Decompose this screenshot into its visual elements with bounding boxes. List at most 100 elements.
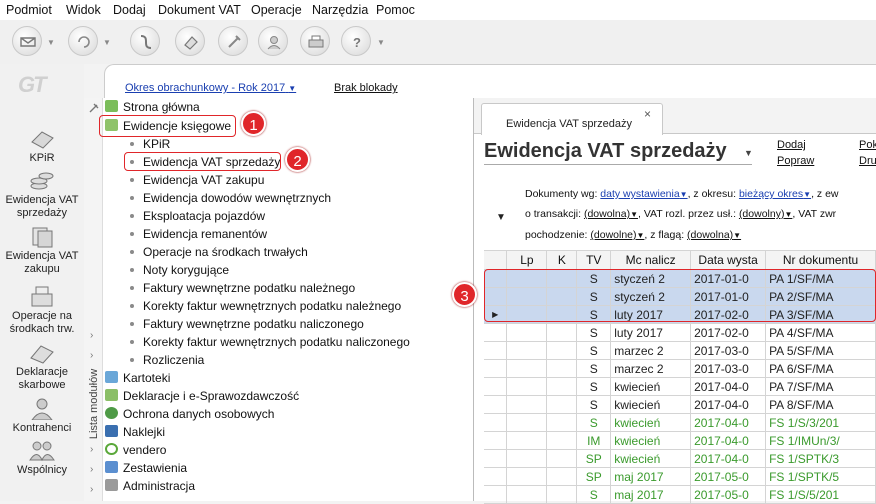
- home-icon: [105, 100, 118, 112]
- refresh-icon[interactable]: [68, 26, 98, 56]
- period-selector[interactable]: Okres obrachunkowy - Rok 2017 ▼: [125, 82, 296, 94]
- tree-sub-srodki-trwale[interactable]: Operacje na środkach trwałych: [130, 244, 308, 260]
- tree-sub-rozliczenia[interactable]: Rozliczenia: [130, 352, 204, 368]
- chevron-right-icon[interactable]: ›: [90, 464, 93, 475]
- highlight-vat-sprzedazy: [124, 152, 281, 171]
- chevron-down-icon[interactable]: ▼: [744, 148, 753, 158]
- menu-pomoc[interactable]: Pomoc: [376, 3, 415, 17]
- declaration-icon: [105, 389, 118, 401]
- table-row[interactable]: Skwiecień 2017-04-0 PA 8/SF/MA: [484, 395, 876, 414]
- col-mc-nalicz[interactable]: Mc nalicz: [610, 250, 692, 270]
- tree-sub-fw-nalezny[interactable]: Faktury wewnętrzne podatku należnego: [130, 280, 355, 296]
- edit-button[interactable]: Popraw: [777, 155, 814, 167]
- pin-icon[interactable]: [87, 102, 100, 115]
- table-row[interactable]: SP kwiecień 2017-04-0 FS 1/SPTK/3: [484, 449, 876, 468]
- tree-sub-korekty-naliczony[interactable]: Korekty faktur wewnętrznych podatku nali…: [130, 334, 410, 350]
- tree-strona-glowna[interactable]: Strona główna: [105, 99, 200, 115]
- chevron-right-icon[interactable]: ›: [90, 330, 93, 341]
- tree-sub-kpir[interactable]: KPiR: [130, 136, 170, 152]
- menu-operacje[interactable]: Operacje: [251, 3, 302, 17]
- tree-zestawienia[interactable]: Zestawienia: [105, 460, 187, 476]
- tree-deklaracje[interactable]: Deklaracje i e-Sprawozdawczość: [105, 388, 299, 404]
- cell-nr: PA 4/SF/MA: [765, 323, 876, 342]
- table-row[interactable]: SP maj 2017 2017-05-0 FS 1/SPTK/5: [484, 467, 876, 486]
- chevron-down-icon[interactable]: ▼: [377, 38, 385, 47]
- table-row[interactable]: IM kwiecień 2017-04-0 FS 1/IMUn/3/: [484, 431, 876, 450]
- menu-widok[interactable]: Widok: [66, 3, 101, 17]
- shortcut-vat-zakupu[interactable]: Ewidencja VAT zakupu: [0, 224, 84, 276]
- table-row[interactable]: Sluty 2017 2017-02-0 PA 4/SF/MA: [484, 323, 876, 342]
- col-tv[interactable]: TV: [576, 250, 612, 270]
- module-list-strip[interactable]: › › Lista modułów › › ›: [84, 98, 103, 501]
- menu-dokument-vat[interactable]: Dokument VAT: [158, 3, 241, 17]
- printer-icon[interactable]: [300, 26, 330, 56]
- tree-administracja[interactable]: Administracja: [105, 478, 195, 494]
- chevron-down-icon[interactable]: ▼: [103, 38, 111, 47]
- shortcut-vat-sprzedazy[interactable]: Ewidencja VAT sprzedaży: [0, 168, 84, 220]
- flow-icon[interactable]: [130, 26, 160, 56]
- users-icon[interactable]: [258, 26, 288, 56]
- col-marker[interactable]: [484, 250, 508, 270]
- close-icon[interactable]: ×: [644, 107, 651, 121]
- tools-icon[interactable]: [218, 26, 248, 56]
- cell-tv: IM: [576, 431, 612, 450]
- table-row[interactable]: Smarzec 2 2017-03-0 PA 6/SF/MA: [484, 359, 876, 378]
- tree-sub-remanenty[interactable]: Ewidencja remanentów: [130, 226, 267, 242]
- tree-sub-eksploatacja[interactable]: Eksploatacja pojazdów: [130, 208, 265, 224]
- col-nr-dokumentu[interactable]: Nr dokumentu: [765, 250, 876, 270]
- cell-k: [546, 431, 578, 450]
- col-data-wystawienia[interactable]: Data wysta: [690, 250, 767, 270]
- table-row[interactable]: Skwiecień 2017-04-0 PA 7/SF/MA: [484, 377, 876, 396]
- help-icon[interactable]: ?: [341, 26, 371, 56]
- menu-podmiot[interactable]: Podmiot: [6, 3, 52, 17]
- add-button[interactable]: Dodaj: [777, 139, 806, 151]
- tree-ochrona-danych[interactable]: Ochrona danych osobowych: [105, 406, 274, 422]
- tree-sub-fw-naliczony[interactable]: Faktury wewnętrzne podatku naliczonego: [130, 316, 364, 332]
- table-row[interactable]: Smarzec 2 2017-03-0 PA 5/SF/MA: [484, 341, 876, 360]
- cell-mc: marzec 2: [610, 359, 692, 378]
- svg-text:?: ?: [353, 35, 361, 50]
- tree-sub-vat-zakupu[interactable]: Ewidencja VAT zakupu: [130, 172, 264, 188]
- table-row[interactable]: Skwiecień 2017-04-0 FS 1/S/3/201: [484, 413, 876, 432]
- shortcut-srodki-trwale[interactable]: Operacje na środkach trw.: [0, 284, 84, 336]
- cell-tv: S: [576, 323, 612, 342]
- menu-narzedzia[interactable]: Narzędzia: [312, 3, 368, 17]
- tree-sub-dowody-wewnetrzne[interactable]: Ewidencja dowodów wewnętrznych: [130, 190, 331, 206]
- cell-nr: FS 1/SPTK/5: [765, 467, 876, 486]
- menu-dodaj[interactable]: Dodaj: [113, 3, 146, 17]
- shortcut-deklaracje[interactable]: Deklaracje skarbowe: [0, 340, 84, 392]
- filter-flag[interactable]: (dowolna)▼: [687, 229, 741, 241]
- tree-vendero[interactable]: vendero: [105, 442, 166, 458]
- cell-data: 2017-02-0: [690, 323, 767, 342]
- filter-date-type[interactable]: daty wystawienia▼: [600, 188, 687, 200]
- shortcut-wspolnicy[interactable]: Wspólnicy: [0, 438, 84, 477]
- filter-origin[interactable]: (dowolne)▼: [590, 229, 644, 241]
- badge-3: 3: [452, 282, 477, 307]
- cell-lp: [506, 395, 548, 414]
- tree-kartoteki[interactable]: Kartoteki: [105, 370, 170, 386]
- tree-sub-noty[interactable]: Noty korygujące: [130, 262, 229, 278]
- lock-status-link[interactable]: Brak blokady: [334, 82, 398, 94]
- eraser-icon[interactable]: [175, 26, 205, 56]
- tree-label: Strona główna: [123, 100, 200, 114]
- cell-mc: maj 2017: [610, 467, 692, 486]
- col-lp[interactable]: Lp: [506, 250, 548, 270]
- col-k[interactable]: K: [546, 250, 578, 270]
- filter-period[interactable]: bieżący okres▼: [739, 188, 811, 200]
- mail-icon[interactable]: [12, 26, 42, 56]
- collapse-filters-icon[interactable]: ▼: [496, 212, 506, 223]
- chevron-right-icon[interactable]: ›: [90, 444, 93, 455]
- show-button[interactable]: Pok: [859, 139, 876, 151]
- shortcut-kontrahenci[interactable]: Kontrahenci: [0, 396, 84, 435]
- filter-transaction[interactable]: (dowolna)▼: [584, 208, 638, 220]
- print-button[interactable]: Dru: [859, 155, 876, 167]
- tab-ewidencja-vat-sprzedazy[interactable]: Ewidencja VAT sprzedaży ×: [481, 103, 663, 135]
- shortcut-kpir[interactable]: KPiR: [0, 126, 84, 165]
- module-list-label: Lista modułów: [88, 368, 100, 440]
- filter-vat-service[interactable]: (dowolny)▼: [739, 208, 792, 220]
- tree-sub-korekty-nalezny[interactable]: Korekty faktur wewnętrznych podatku nale…: [130, 298, 401, 314]
- period-bar: Okres obrachunkowy - Rok 2017 ▼ Brak blo…: [104, 64, 876, 98]
- chevron-down-icon[interactable]: ▼: [47, 38, 55, 47]
- chevron-right-icon[interactable]: ›: [90, 484, 93, 495]
- tree-naklejki[interactable]: Naklejki: [105, 424, 165, 440]
